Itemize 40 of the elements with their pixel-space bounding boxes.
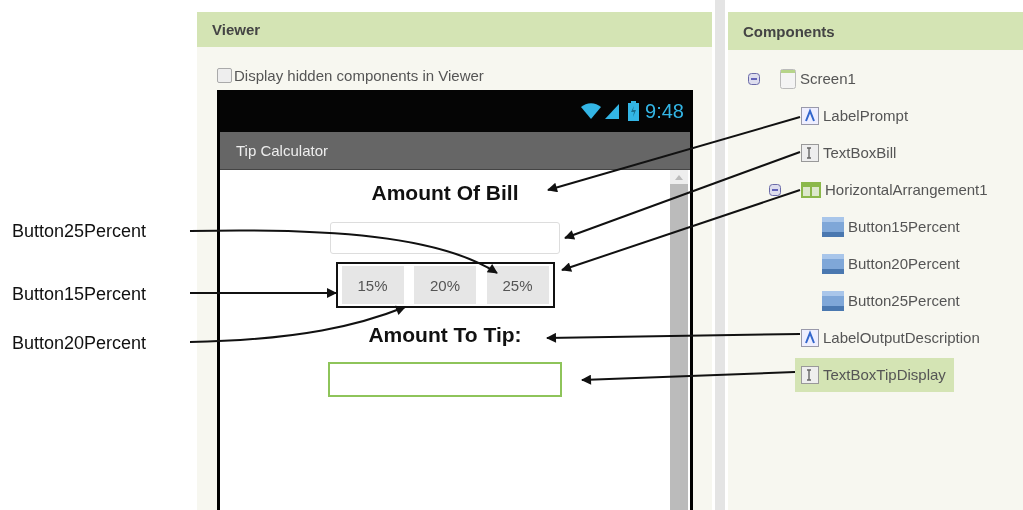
signal-icon	[604, 102, 621, 120]
tree-item[interactable]: Screen1	[780, 64, 860, 93]
screen-icon	[780, 68, 796, 89]
text-cursor-icon	[801, 365, 819, 384]
wifi-icon	[580, 102, 603, 120]
tree-item[interactable]: TextBoxTipDisplay	[795, 357, 954, 392]
collapse-icon[interactable]	[769, 183, 781, 196]
screen-label: Amount To Tip:	[368, 322, 522, 348]
checkbox[interactable]	[217, 67, 232, 83]
tree-item[interactable]: LabelPrompt	[801, 102, 913, 129]
percent-button[interactable]: 15%	[341, 266, 404, 304]
tree-item[interactable]: Button15Percent	[822, 212, 964, 241]
letter-a-icon	[801, 328, 819, 347]
tree-item[interactable]: LabelOutputDescription	[801, 324, 984, 351]
panel-title: Components	[743, 22, 835, 40]
callout-label: Button20Percent	[12, 332, 147, 354]
battery-icon	[628, 101, 640, 121]
button-icon	[822, 253, 844, 274]
scroll-bar[interactable]	[670, 170, 688, 510]
tree-item[interactable]: TextBoxBill	[801, 139, 901, 166]
screen-label: Amount Of Bill	[371, 180, 519, 206]
callout-label: Button15Percent	[12, 283, 147, 305]
checkbox-label: Display hidden components in Viewer	[234, 66, 484, 84]
percent-button[interactable]: 20%	[414, 266, 476, 304]
tree-item[interactable]: HorizontalArrangement1	[801, 177, 992, 202]
callout-label: Button25Percent	[12, 220, 147, 242]
app-title: Tip Calculator	[236, 142, 328, 159]
text-box[interactable]	[330, 222, 560, 254]
columns-icon	[801, 181, 821, 198]
panel-splitter[interactable]	[712, 0, 728, 510]
tree-item[interactable]: Button25Percent	[822, 286, 964, 315]
tree-item[interactable]: Button20Percent	[822, 249, 964, 278]
button-icon	[822, 216, 844, 237]
status-time: 9:48	[645, 99, 684, 123]
button-icon	[822, 290, 844, 311]
text-cursor-icon	[801, 143, 819, 162]
panel-title: Viewer	[212, 21, 261, 38]
letter-a-icon	[801, 106, 819, 125]
collapse-icon[interactable]	[748, 72, 760, 85]
percent-button[interactable]: 25%	[486, 266, 549, 304]
